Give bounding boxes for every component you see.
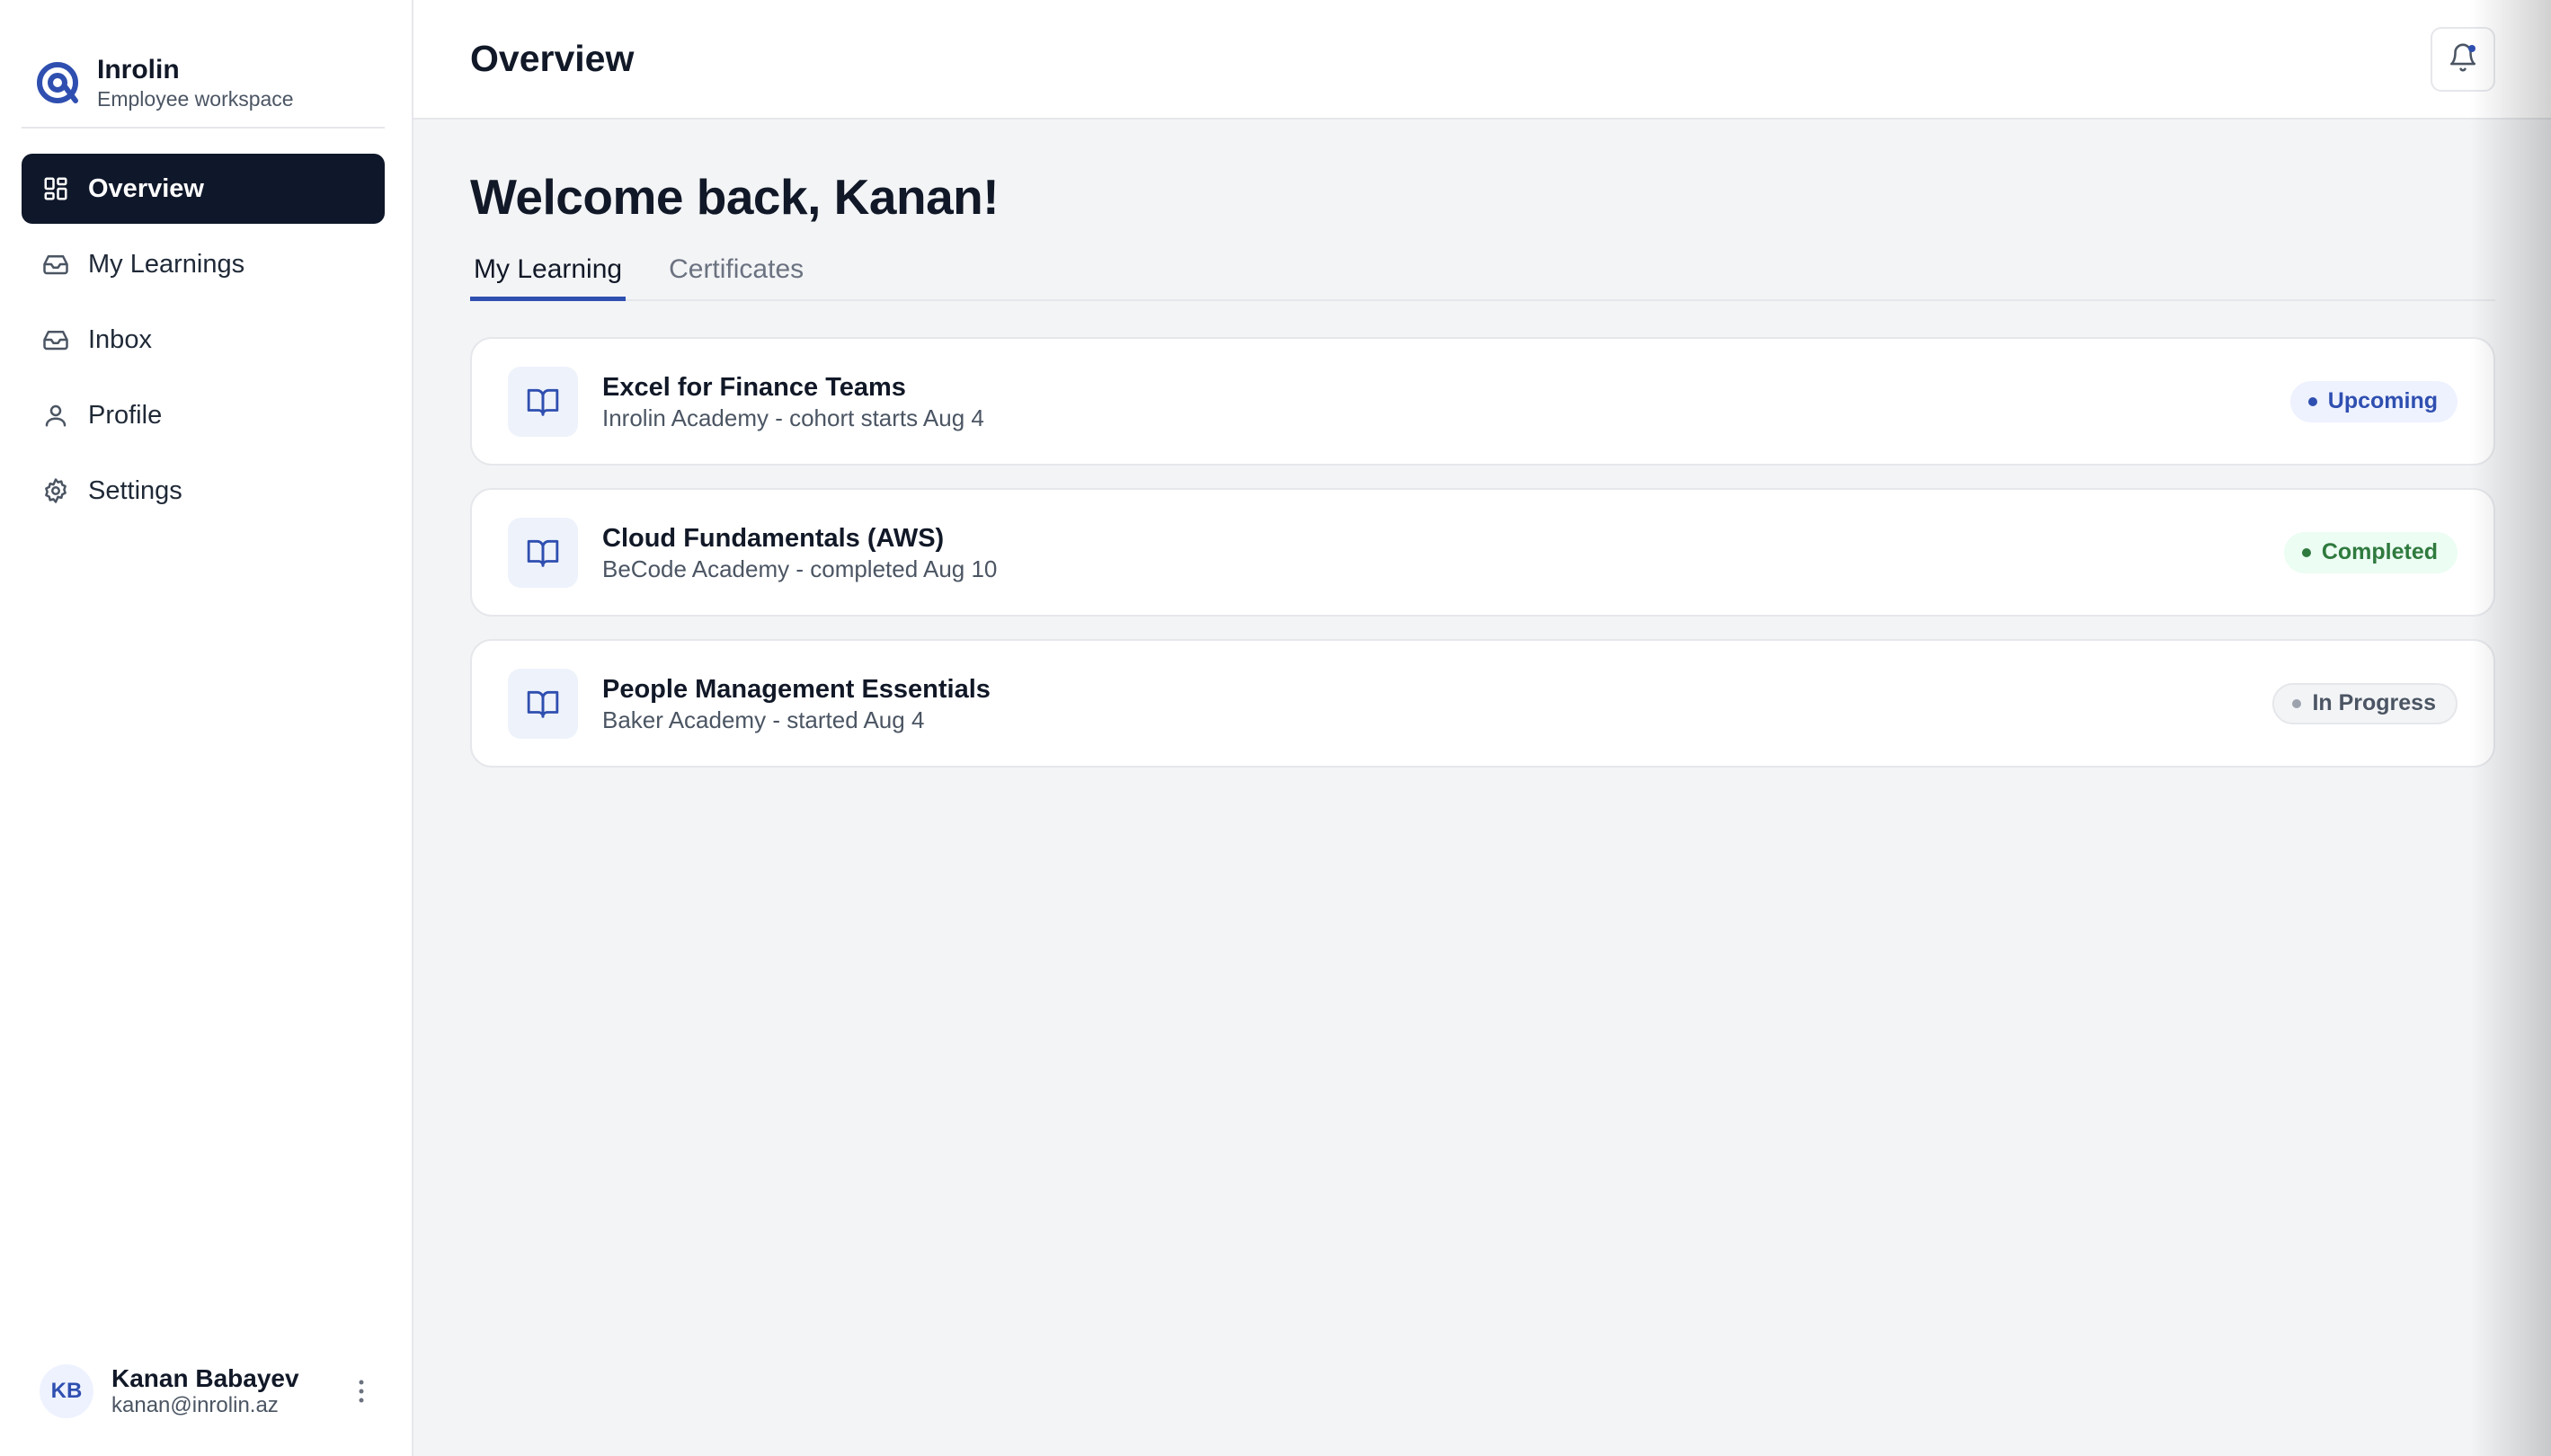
status-dot xyxy=(2292,698,2302,708)
welcome-heading: Welcome back, Kanan! xyxy=(470,169,1000,225)
sidebar-item-label: Settings xyxy=(88,476,182,505)
status-badge: Upcoming xyxy=(2289,380,2458,422)
course-subtitle: Baker Academy - started Aug 4 xyxy=(602,706,925,733)
status-label: In Progress xyxy=(2312,690,2436,715)
inbox-tray-icon xyxy=(41,325,70,354)
sidebar-item-my-learnings[interactable]: My Learnings xyxy=(22,229,385,299)
sidebar-item-label: Inbox xyxy=(88,325,152,354)
status-label: Completed xyxy=(2321,539,2438,564)
book-open-icon xyxy=(508,366,578,437)
sidebar: Inrolin Employee workspace Overview My L… xyxy=(0,0,413,1456)
divider xyxy=(22,127,385,129)
course-card[interactable]: Excel for Finance Teams Inrolin Academy … xyxy=(470,337,2495,466)
inbox-tray-icon xyxy=(41,250,70,279)
sidebar-item-inbox[interactable]: Inbox xyxy=(22,305,385,375)
status-dot xyxy=(2307,396,2317,406)
brand-logo-icon xyxy=(37,62,78,103)
status-badge: Completed xyxy=(2283,531,2458,573)
course-text: People Management Essentials Baker Acade… xyxy=(602,673,2272,734)
course-title: Excel for Finance Teams xyxy=(602,372,906,402)
user-icon xyxy=(41,401,70,430)
status-dot xyxy=(2301,547,2311,557)
brand[interactable]: Inrolin Employee workspace xyxy=(0,0,412,126)
dashboard: Welcome back, Kanan! My Learning Certifi… xyxy=(413,120,2551,768)
status-label: Upcoming xyxy=(2327,388,2438,413)
course-card[interactable]: People Management Essentials Baker Acade… xyxy=(470,639,2495,768)
sidebar-item-settings[interactable]: Settings xyxy=(22,456,385,526)
gear-icon xyxy=(41,476,70,505)
course-title: People Management Essentials xyxy=(602,674,991,704)
grid-icon xyxy=(41,174,70,203)
book-open-icon xyxy=(508,668,578,739)
status-badge: In Progress xyxy=(2272,682,2458,724)
topbar: Overview xyxy=(413,0,2551,120)
book-open-icon xyxy=(508,517,578,588)
sidebar-item-label: Profile xyxy=(88,401,163,430)
course-text: Excel for Finance Teams Inrolin Academy … xyxy=(602,371,2290,432)
user-email: kanan@inrolin.az xyxy=(111,1393,279,1417)
sidebar-item-profile[interactable]: Profile xyxy=(22,380,385,450)
brand-subtitle: Employee workspace xyxy=(97,87,294,111)
course-subtitle: Inrolin Academy - cohort starts Aug 4 xyxy=(602,404,984,431)
brand-name: Inrolin xyxy=(97,55,180,84)
sidebar-item-label: My Learnings xyxy=(88,250,245,279)
user-card[interactable]: KB Kanan Babayev kanan@inrolin.az xyxy=(40,1363,376,1420)
app-root: Inrolin Employee workspace Overview My L… xyxy=(0,0,2551,1456)
sidebar-nav: Overview My Learnings Inbox Profile Sett… xyxy=(22,154,385,531)
tab-my-learning[interactable]: My Learning xyxy=(470,244,627,301)
notification-dot xyxy=(2468,44,2475,52)
sidebar-item-overview[interactable]: Overview xyxy=(22,154,385,224)
sidebar-item-label: Overview xyxy=(88,174,204,203)
course-list: Excel for Finance Teams Inrolin Academy … xyxy=(470,337,2495,768)
more-vertical-icon[interactable] xyxy=(347,1373,376,1409)
page-title: Overview xyxy=(470,38,635,79)
avatar: KB xyxy=(40,1364,93,1418)
course-text: Cloud Fundamentals (AWS) BeCode Academy … xyxy=(602,522,2284,583)
course-card[interactable]: Cloud Fundamentals (AWS) BeCode Academy … xyxy=(470,488,2495,617)
tab-certificates[interactable]: Certificates xyxy=(665,244,807,301)
course-subtitle: BeCode Academy - completed Aug 10 xyxy=(602,555,998,582)
user-info: Kanan Babayev kanan@inrolin.az xyxy=(111,1364,347,1418)
tabs: My Learning Certificates xyxy=(470,244,2495,301)
notifications-button[interactable] xyxy=(2431,26,2495,92)
user-name: Kanan Babayev xyxy=(111,1364,299,1392)
main-content: Overview Welcome back, Kanan! My Learnin… xyxy=(413,0,2551,1456)
brand-text: Inrolin Employee workspace xyxy=(97,54,294,111)
course-title: Cloud Fundamentals (AWS) xyxy=(602,523,945,553)
